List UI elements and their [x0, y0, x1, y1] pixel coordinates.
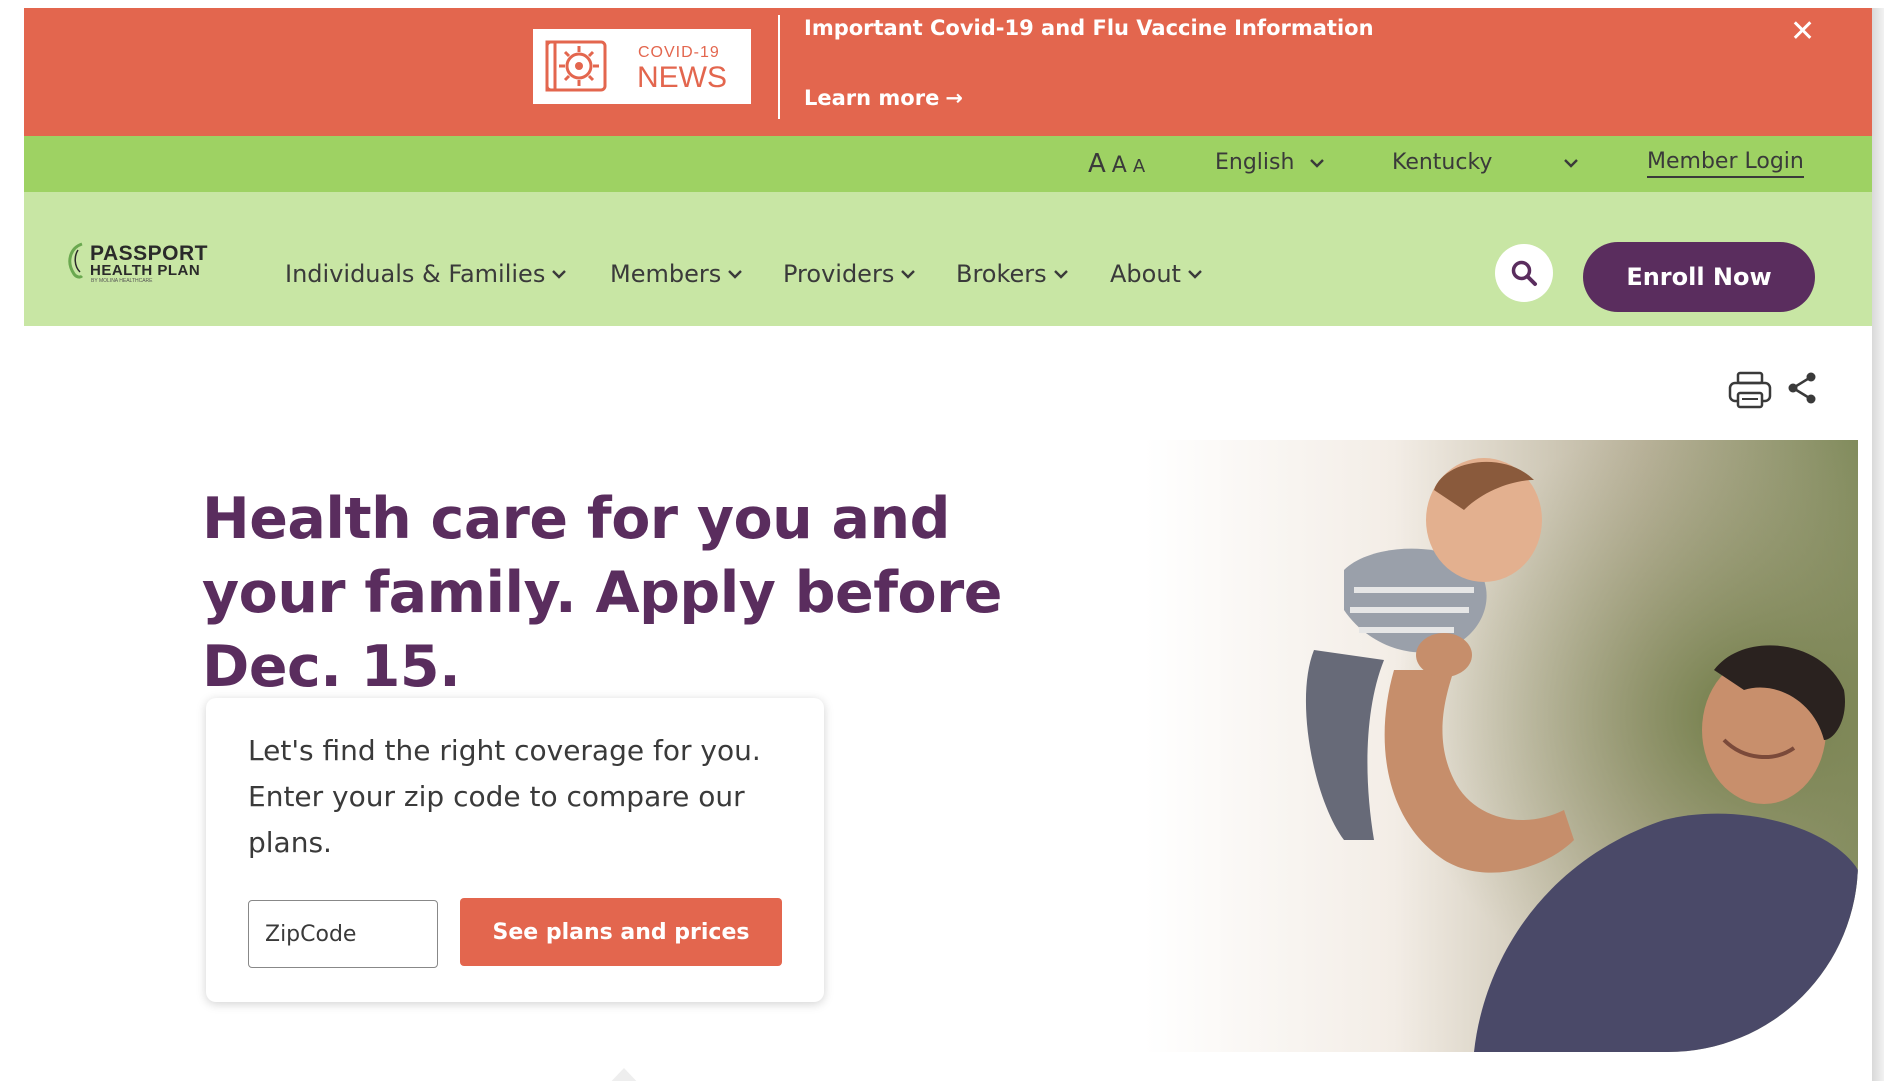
- font-size-medium-button[interactable]: A: [1112, 153, 1127, 178]
- logo-text-line3: BY MOLINA HEALTHCARE: [91, 278, 153, 284]
- hero-photo: [1144, 440, 1858, 1052]
- learn-more-link[interactable]: Learn more →: [804, 86, 963, 110]
- enroll-now-button[interactable]: Enroll Now: [1583, 242, 1815, 312]
- nav-label: About: [1110, 260, 1181, 288]
- coverage-finder-card: Let's find the right coverage for you. E…: [206, 698, 824, 1002]
- scroll-hint-shape: [611, 1068, 637, 1081]
- nav-members[interactable]: Members: [610, 260, 743, 288]
- nav-label: Individuals & Families: [285, 260, 546, 288]
- covid-virus-icon: [545, 40, 607, 92]
- covid-banner-title: Important Covid-19 and Flu Vaccine Infor…: [804, 16, 1374, 40]
- nav-label: Brokers: [956, 260, 1047, 288]
- share-icon[interactable]: [1787, 371, 1817, 405]
- nav-about[interactable]: About: [1110, 260, 1203, 288]
- covid-news-badge[interactable]: COVID-19 NEWS: [533, 29, 751, 104]
- logo-text-line2: HEALTH PLAN: [90, 262, 201, 279]
- main-nav: PASSPORT HEALTH PLAN BY MOLINA HEALTHCAR…: [24, 192, 1872, 326]
- covid-badge-big-text: NEWS: [637, 61, 727, 94]
- hero-headline: Health care for you and your family. App…: [202, 486, 1002, 700]
- nav-providers[interactable]: Providers: [783, 260, 916, 288]
- page: COVID-19 NEWS Important Covid-19 and Flu…: [0, 0, 1884, 1081]
- zipcode-input[interactable]: [248, 900, 438, 968]
- logo-mark-icon: [68, 242, 84, 279]
- chevron-down-icon[interactable]: [1563, 158, 1579, 168]
- font-size-controls: A A A: [1088, 149, 1145, 179]
- father-baby-photo: [1144, 440, 1858, 1052]
- covid-divider: [778, 15, 780, 119]
- browser-viewport: COVID-19 NEWS Important Covid-19 and Flu…: [24, 8, 1872, 1081]
- chevron-down-icon: [552, 270, 567, 279]
- coverage-finder-text: Let's find the right coverage for you. E…: [248, 734, 761, 859]
- arrow-right-icon: →: [945, 86, 963, 110]
- chevron-down-icon: [1053, 270, 1068, 279]
- learn-more-label: Learn more: [804, 86, 940, 110]
- chevron-down-icon: [728, 270, 743, 279]
- search-icon: [1511, 260, 1537, 286]
- chevron-down-icon[interactable]: [1309, 158, 1325, 168]
- chevron-down-icon: [901, 270, 916, 279]
- utility-bar: A A A English Kentucky Member Login: [24, 136, 1872, 192]
- close-icon[interactable]: ✕: [1790, 14, 1815, 49]
- nav-individuals-families[interactable]: Individuals & Families: [285, 260, 567, 288]
- font-size-large-button[interactable]: A: [1088, 149, 1106, 179]
- language-select[interactable]: English: [1215, 150, 1294, 175]
- chevron-down-icon: [1188, 270, 1202, 279]
- font-size-small-button[interactable]: A: [1133, 156, 1145, 177]
- covid-banner: COVID-19 NEWS Important Covid-19 and Flu…: [24, 8, 1872, 136]
- passport-health-plan-logo[interactable]: PASSPORT HEALTH PLAN BY MOLINA HEALTHCAR…: [64, 240, 234, 284]
- state-select[interactable]: Kentucky: [1392, 150, 1492, 175]
- see-plans-button[interactable]: See plans and prices: [460, 898, 782, 966]
- covid-badge-small-text: COVID-19: [638, 44, 720, 61]
- search-button[interactable]: [1495, 244, 1553, 302]
- nav-label: Members: [610, 260, 722, 288]
- member-login-link[interactable]: Member Login: [1647, 149, 1804, 178]
- nav-label: Providers: [783, 260, 895, 288]
- window-edge: [1872, 8, 1884, 1081]
- nav-brokers[interactable]: Brokers: [956, 260, 1069, 288]
- print-icon[interactable]: [1728, 371, 1772, 409]
